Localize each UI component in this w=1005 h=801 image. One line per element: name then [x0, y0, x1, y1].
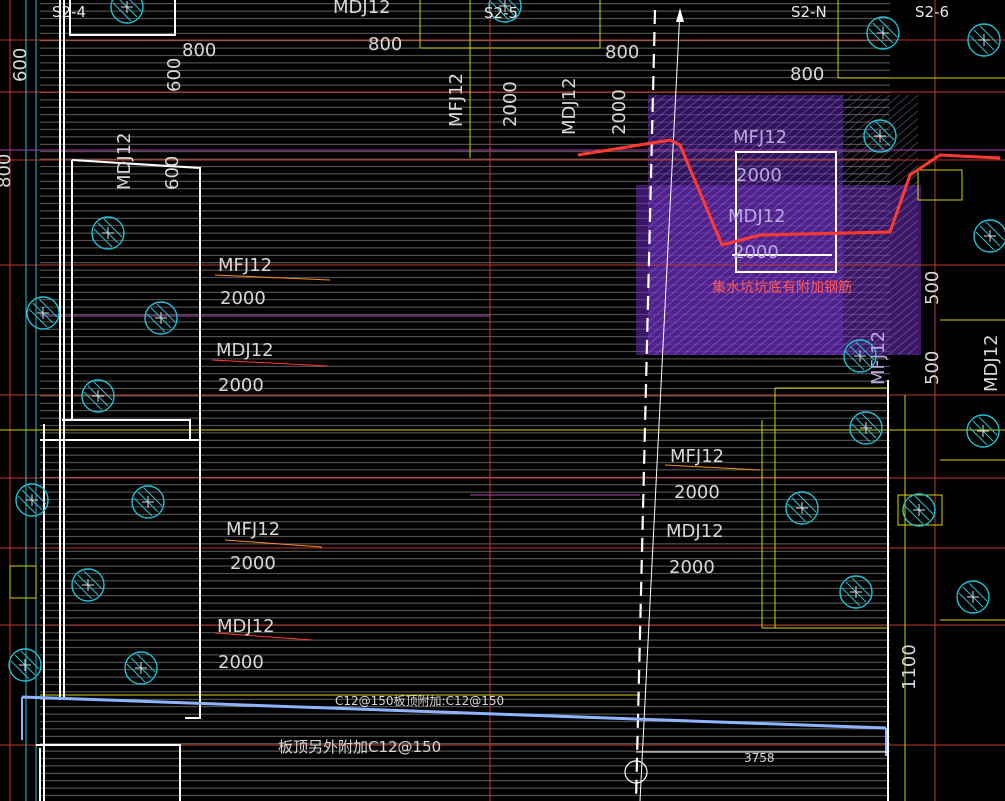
label-2000: 2000	[736, 165, 782, 186]
pile-cap-circle-icon	[973, 219, 1005, 253]
label-mdj12: MDJ12	[217, 616, 275, 637]
label-2000: 2000	[220, 288, 266, 309]
label-mfj12: MFJ12	[226, 519, 280, 540]
label-800: 800	[368, 34, 402, 55]
label-mdj12: MDJ12	[333, 0, 391, 18]
grid-label-s2-n: S2-N	[791, 3, 827, 21]
label-600: 600	[10, 48, 31, 82]
label-500: 500	[922, 351, 943, 385]
label-mdj12: MDJ12	[666, 521, 724, 542]
pile-cap-circle-icon	[902, 493, 936, 527]
label-600: 600	[162, 156, 183, 190]
label-800: 800	[0, 154, 15, 188]
pile-cap-circle-icon	[966, 414, 1000, 448]
label-mdj12: MDJ12	[981, 334, 1002, 392]
label-600: 600	[164, 58, 185, 92]
label-mfj12: MFJ12	[446, 73, 467, 127]
label-2000: 2000	[230, 553, 276, 574]
label-mdj12: MDJ12	[216, 340, 274, 361]
label-2000: 2000	[669, 557, 715, 578]
label-2000: 2000	[500, 81, 521, 127]
label-2000: 2000	[674, 482, 720, 503]
label-2000: 2000	[609, 89, 630, 135]
label-1100: 1100	[899, 644, 920, 690]
beam-note-secondary: 板顶另外附加C12@150	[278, 738, 441, 756]
grid-label-s2-6: S2-6	[915, 3, 949, 21]
label-2000: 2000	[733, 242, 779, 263]
label-mfj12: MFJ12	[670, 446, 724, 467]
cad-drawing-canvas[interactable]: S2-4 S2-5 S2-N S2-6 MDJ12 800 800 800 80…	[0, 0, 1005, 801]
label-mdj12: MDJ12	[559, 77, 580, 135]
pile-cap-circle-icon	[956, 580, 990, 614]
label-mdj12: MDJ12	[728, 206, 786, 227]
label-mfj12: MFJ12	[218, 255, 272, 276]
grid-label-s2-5: S2-5	[484, 4, 518, 22]
label-2000: 2000	[218, 375, 264, 396]
dimension-3758: 3758	[744, 751, 775, 765]
label-mdj12: MDJ12	[114, 132, 135, 190]
label-mfj12: MFJ12	[868, 331, 889, 385]
label-800: 800	[790, 64, 824, 85]
label-2000: 2000	[218, 652, 264, 673]
label-mfj12: MFJ12	[733, 127, 787, 148]
label-800: 800	[605, 42, 639, 63]
label-500: 500	[922, 271, 943, 305]
grid-label-s2-4: S2-4	[52, 3, 86, 21]
beam-note: C12@150板顶附加:C12@150	[335, 694, 504, 708]
label-800: 800	[182, 40, 216, 61]
sump-pit-note: 集水坑坑底有附加钢筋	[712, 279, 852, 296]
